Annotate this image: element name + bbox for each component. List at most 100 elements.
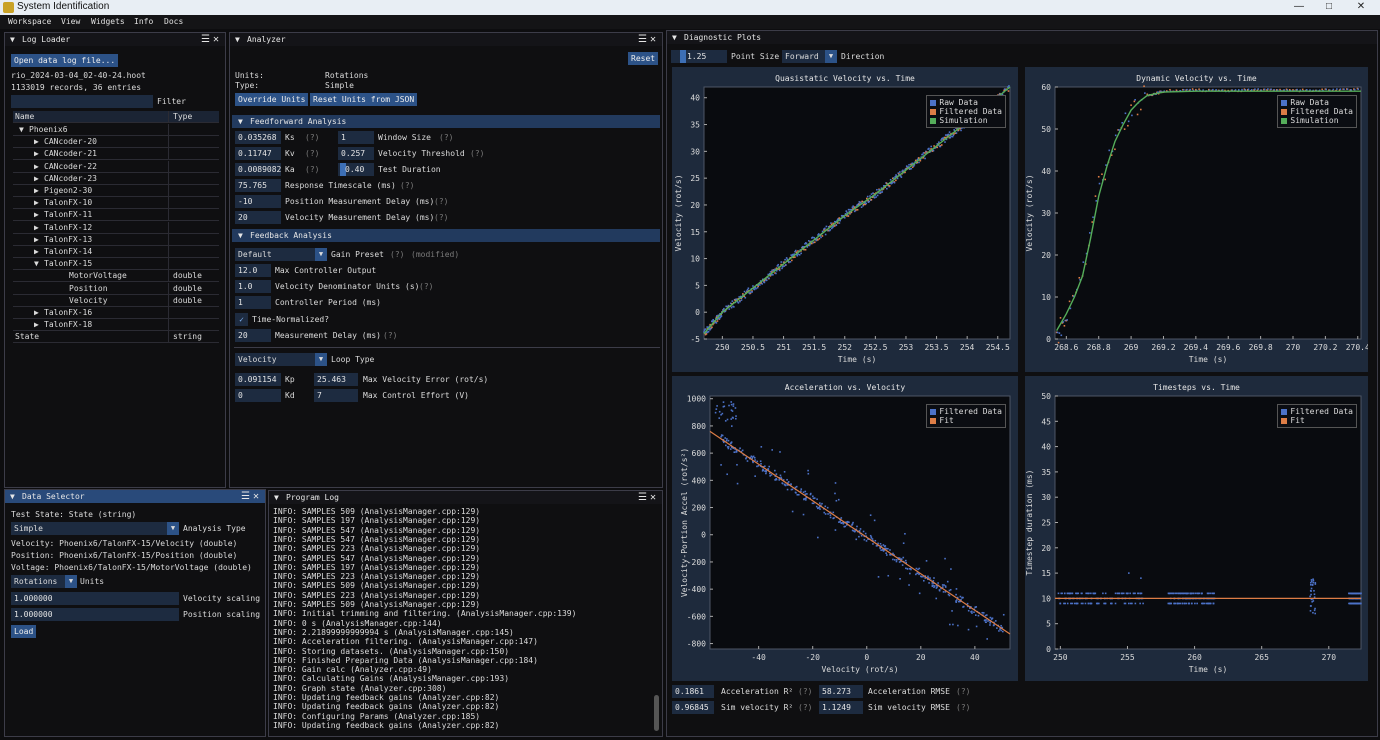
tree-row[interactable]: ▶ CANcoder-20 xyxy=(13,136,219,149)
tree-row[interactable]: Velocity double xyxy=(13,294,219,307)
help-icon[interactable]: (?) xyxy=(434,213,448,222)
help-icon[interactable]: (?) xyxy=(305,149,319,158)
window-size-field[interactable]: 1 xyxy=(338,131,374,144)
legend-entry[interactable]: Fit xyxy=(1281,416,1353,425)
help-icon[interactable]: (?) xyxy=(956,687,970,696)
diagnostic-plots-header[interactable]: ▼ Diagnostic Plots xyxy=(667,31,1377,44)
tree-row[interactable]: ▶ CANcoder-23 xyxy=(13,172,219,185)
help-icon[interactable]: (?) xyxy=(383,331,397,340)
help-icon[interactable]: (?) xyxy=(419,282,433,291)
test-duration-slider[interactable]: 0.40 xyxy=(338,163,374,176)
tree-row[interactable]: ▶ CANcoder-21 xyxy=(13,148,219,161)
loop-type-dropdown[interactable]: Velocity ▼ xyxy=(235,353,327,366)
plot-legend[interactable]: Filtered Data Fit xyxy=(926,404,1006,428)
tree-row[interactable]: ▶ TalonFX-12 xyxy=(13,221,219,234)
tree-row[interactable]: ▶ TalonFX-13 xyxy=(13,233,219,246)
filter-input[interactable] xyxy=(11,95,153,108)
tree-row[interactable]: State string xyxy=(13,331,219,344)
tree-arrow-icon[interactable]: ▶ xyxy=(34,223,39,232)
collapse-icon[interactable]: ▼ xyxy=(274,493,279,502)
maximize-button[interactable]: □ xyxy=(1313,0,1345,15)
plot-2[interactable]: Dynamic Velocity vs. Time 268.6 268.8 269 26… xyxy=(1025,67,1368,372)
tree-arrow-icon[interactable]: ▼ xyxy=(34,259,39,268)
velocity-scaling-field[interactable]: 1.000000 xyxy=(11,592,179,605)
chevron-down-icon[interactable]: ▼ xyxy=(825,50,837,63)
load-button[interactable]: Load xyxy=(11,625,37,638)
tree-row[interactable]: ▶ CANcoder-22 xyxy=(13,160,219,173)
menu-close-icons[interactable]: ☰✕ xyxy=(638,492,659,503)
menu-workspace[interactable]: Workspace xyxy=(8,17,51,26)
menu-view[interactable]: View xyxy=(61,17,80,26)
chevron-down-icon[interactable]: ▼ xyxy=(65,575,77,588)
tree-arrow-icon[interactable]: ▶ xyxy=(34,320,39,329)
data-selector-header[interactable]: ▼ Data Selector ☰✕ xyxy=(5,490,265,503)
plot-1[interactable]: Quasistatic Velocity vs. Time 250 250.5 251… xyxy=(672,67,1018,372)
plot-3[interactable]: Acceleration vs. Velocity -40 -20 0 20 40 -800… xyxy=(672,376,1018,681)
log-loader-header[interactable]: ▼ Log Loader ☰✕ xyxy=(5,33,225,46)
tree-row[interactable]: ▼ TalonFX-15 xyxy=(13,258,219,271)
tree-arrow-icon[interactable]: ▶ xyxy=(34,137,39,146)
tree-row[interactable]: ▶ TalonFX-10 xyxy=(13,197,219,210)
legend-entry[interactable]: Filtered Data xyxy=(1281,407,1353,416)
collapse-icon[interactable]: ▼ xyxy=(10,492,15,501)
velocity-threshold-field[interactable]: 0.257 xyxy=(338,147,374,160)
analysis-type-dropdown[interactable]: Simple ▼ xyxy=(11,522,179,535)
position-scaling-field[interactable]: 1.000000 xyxy=(11,608,179,621)
tree-row[interactable]: ▶ TalonFX-18 xyxy=(13,319,219,332)
legend-entry[interactable]: Filtered Data xyxy=(1281,107,1353,116)
menu-close-icons[interactable]: ☰✕ xyxy=(241,491,262,502)
tree-row[interactable]: ▶ TalonFX-11 xyxy=(13,209,219,222)
legend-entry[interactable]: Filtered Data xyxy=(930,407,1002,416)
ks-field[interactable]: 0.035268 xyxy=(235,131,281,144)
analyzer-header[interactable]: ▼ Analyzer ☰✕ xyxy=(230,33,662,46)
menu-docs[interactable]: Docs xyxy=(164,17,183,26)
tree-row[interactable]: ▶ Pigeon2-30 xyxy=(13,185,219,197)
help-icon[interactable]: (?) xyxy=(470,149,484,158)
menu-info[interactable]: Info xyxy=(134,17,153,26)
tree-row[interactable]: Position double xyxy=(13,282,219,295)
menu-close-icons[interactable]: ☰✕ xyxy=(201,34,222,45)
feedback-section[interactable]: ▼ Feedback Analysis xyxy=(232,229,660,242)
tree-arrow-icon[interactable]: ▶ xyxy=(34,247,39,256)
controller-period-field[interactable]: 1 xyxy=(235,296,271,309)
help-icon[interactable]: (?) xyxy=(798,703,812,712)
help-icon[interactable]: (?) xyxy=(439,133,453,142)
legend-entry[interactable]: Raw Data xyxy=(930,98,1002,107)
override-units-button[interactable]: Override Units xyxy=(235,93,309,106)
time-normalized-checkbox[interactable]: ✓ xyxy=(235,313,248,326)
menu-widgets[interactable]: Widgets xyxy=(91,17,125,26)
tree-arrow-icon[interactable]: ▼ xyxy=(19,125,24,134)
tree-arrow-icon[interactable]: ▶ xyxy=(34,186,39,195)
chevron-down-icon[interactable]: ▼ xyxy=(315,248,327,261)
tree-arrow-icon[interactable]: ▶ xyxy=(34,162,39,171)
kv-field[interactable]: 0.11747 xyxy=(235,147,281,160)
tree-row[interactable]: ▶ TalonFX-14 xyxy=(13,246,219,258)
log-scrollbar[interactable] xyxy=(654,695,659,731)
help-icon[interactable]: (?) xyxy=(798,687,812,696)
plot-legend[interactable]: Raw Data Filtered Data Simulation xyxy=(926,95,1006,128)
legend-entry[interactable]: Fit xyxy=(930,416,1002,425)
help-icon[interactable]: (?) xyxy=(956,703,970,712)
minimize-button[interactable]: — xyxy=(1283,0,1315,15)
chevron-down-icon[interactable]: ▼ xyxy=(315,353,327,366)
tree-arrow-icon[interactable]: ▶ xyxy=(34,198,39,207)
menu-close-icons[interactable]: ☰✕ xyxy=(638,34,659,45)
tree-arrow-icon[interactable]: ▶ xyxy=(34,235,39,244)
legend-entry[interactable]: Simulation xyxy=(1281,116,1353,125)
log-text-area[interactable]: INFO: SAMPLES 509 (AnalysisManager.cpp:1… xyxy=(269,507,649,735)
measurement-delay-field[interactable]: 20 xyxy=(235,329,271,342)
ka-field[interactable]: 0.0089082 xyxy=(235,163,281,176)
velocity-denominator-field[interactable]: 1.0 xyxy=(235,280,271,293)
tree-row[interactable]: MotorVoltage double xyxy=(13,270,219,283)
legend-entry[interactable]: Raw Data xyxy=(1281,98,1353,107)
slider-grab[interactable] xyxy=(680,50,686,63)
help-icon[interactable]: (?) xyxy=(305,133,319,142)
tree-row[interactable]: ▶ TalonFX-16 xyxy=(13,307,219,319)
collapse-icon[interactable]: ▼ xyxy=(10,35,15,44)
reset-button[interactable]: Reset xyxy=(628,52,659,65)
tree-arrow-icon[interactable]: ▶ xyxy=(34,149,39,158)
gain-preset-dropdown[interactable]: Default ▼ xyxy=(235,248,327,261)
collapse-icon[interactable]: ▼ xyxy=(235,35,240,44)
tree-arrow-icon[interactable]: ▶ xyxy=(34,210,39,219)
help-icon[interactable]: (?) xyxy=(434,197,448,206)
